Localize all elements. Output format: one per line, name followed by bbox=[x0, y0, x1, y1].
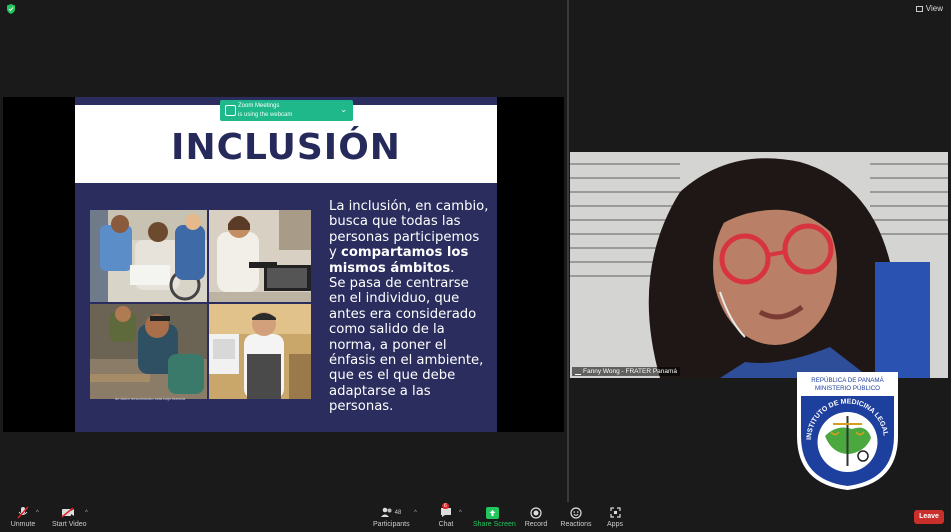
apps-button[interactable]: Apps bbox=[604, 506, 626, 528]
presentation-slide: INCLUSIÓN Zoom Meetings is using the web… bbox=[75, 97, 497, 432]
photo-computer-work bbox=[209, 210, 311, 302]
body-text-3: Se pasa de centrarse en el individuo, qu… bbox=[329, 276, 484, 415]
unmute-label: Unmute bbox=[10, 521, 36, 528]
reactions-label: Reactions bbox=[560, 521, 592, 528]
notification-message: is using the webcam bbox=[238, 112, 293, 118]
reactions-icon bbox=[560, 506, 592, 519]
share-screen-label: Share Screen bbox=[473, 521, 516, 528]
chat-icon: 6 bbox=[434, 503, 458, 519]
chat-badge: 6 bbox=[442, 503, 449, 509]
chat-label: Chat bbox=[438, 521, 454, 528]
leave-button[interactable]: Leave bbox=[914, 510, 944, 524]
security-shield-icon[interactable] bbox=[6, 4, 16, 14]
start-video-button[interactable]: Start Video bbox=[52, 506, 87, 528]
participants-icon: 48 bbox=[373, 506, 409, 519]
participants-label: Participants bbox=[373, 521, 410, 528]
photo-caption: de Autor desconocido está bajo licencia bbox=[115, 396, 186, 401]
photo-woodworking bbox=[90, 304, 207, 399]
participant-video[interactable]: Fanny Wong - FRATER Panamá bbox=[570, 152, 948, 378]
photo-collage bbox=[90, 210, 311, 399]
notification-title: Zoom Meetings bbox=[238, 103, 280, 109]
chevron-down-icon[interactable]: ⌄ bbox=[340, 105, 347, 114]
body-text-bold: compartamos los mismos ámbitos bbox=[329, 245, 469, 276]
participant-name: Fanny Wong - FRATER Panamá bbox=[583, 368, 678, 375]
audio-options-caret[interactable]: ^ bbox=[36, 510, 39, 516]
institute-seal-logo: REPÚBLICA DE PANAMÁ MINISTERIO PÚBLICO I… bbox=[797, 366, 898, 490]
photo-cafe-worker bbox=[209, 304, 311, 399]
seal-republic-text: REPÚBLICA DE PANAMÁ bbox=[811, 377, 884, 384]
apps-label: Apps bbox=[607, 521, 623, 528]
share-screen-icon bbox=[473, 506, 511, 519]
record-icon bbox=[523, 506, 549, 519]
meeting-toolbar: Unmute ^ Start Video ^ 48 Participants ^… bbox=[0, 502, 951, 532]
panel-divider[interactable] bbox=[567, 0, 569, 502]
participants-button[interactable]: 48 Participants bbox=[373, 506, 410, 528]
record-label: Record bbox=[524, 521, 548, 528]
apps-icon bbox=[604, 506, 626, 519]
start-video-label: Start Video bbox=[52, 521, 87, 528]
record-button[interactable]: Record bbox=[523, 506, 549, 528]
video-off-icon bbox=[52, 506, 84, 519]
webcam-icon bbox=[225, 105, 236, 116]
share-screen-button[interactable]: Share Screen bbox=[473, 506, 516, 528]
photo-office-wheelchair bbox=[90, 210, 207, 302]
shared-screen: INCLUSIÓN Zoom Meetings is using the web… bbox=[3, 97, 564, 432]
video-options-caret[interactable]: ^ bbox=[85, 510, 88, 516]
participants-count: 48 bbox=[394, 509, 402, 516]
chat-caret[interactable]: ^ bbox=[459, 510, 462, 516]
mic-muted-icon bbox=[10, 506, 36, 519]
unmute-button[interactable]: Unmute bbox=[10, 506, 36, 528]
view-button[interactable]: View bbox=[915, 4, 943, 13]
chat-button[interactable]: 6 Chat bbox=[434, 503, 458, 528]
view-label: View bbox=[925, 4, 943, 13]
webcam-notification[interactable]: Zoom Meetings is using the webcam ⌄ bbox=[220, 100, 353, 121]
participant-video-feed bbox=[570, 152, 948, 378]
participants-caret[interactable]: ^ bbox=[414, 510, 417, 516]
seal-ministry-text: MINISTERIO PÚBLICO bbox=[815, 385, 880, 392]
mic-level-icon bbox=[575, 369, 581, 375]
slide-title: INCLUSIÓN bbox=[171, 127, 401, 168]
grid-icon bbox=[915, 5, 923, 12]
participant-name-tag: Fanny Wong - FRATER Panamá bbox=[572, 367, 681, 376]
reactions-button[interactable]: Reactions bbox=[560, 506, 592, 528]
body-text-2: . bbox=[450, 260, 455, 276]
slide-body-text: La inclusión, en cambio, busca que todas… bbox=[329, 199, 489, 415]
